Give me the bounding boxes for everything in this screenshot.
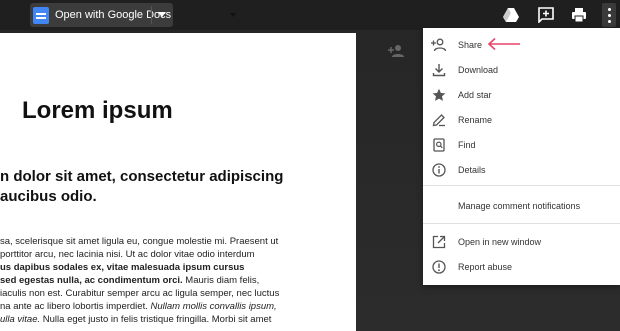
- report-icon: [431, 259, 447, 275]
- document-title: Lorem ipsum: [22, 97, 173, 124]
- menu-item-label: Find: [458, 140, 476, 150]
- print-icon[interactable]: [568, 4, 590, 26]
- menu-item-manage-comment-notifications[interactable]: Manage comment notifications: [423, 195, 620, 217]
- paragraph-line: porttitor arcu, nec lacinia nisi. Ut ac …: [0, 249, 255, 260]
- menu-item-label: Share: [458, 40, 483, 50]
- annotation-arrow-icon: [487, 37, 520, 51]
- google-docs-icon: [33, 6, 49, 24]
- chevron-down-icon[interactable]: [158, 12, 166, 17]
- top-bar: Open with Google Docs: [0, 0, 620, 30]
- star-icon: [431, 87, 447, 103]
- pencil-icon: [431, 112, 447, 128]
- download-icon: [431, 62, 447, 78]
- paragraph-line: ulla vitae. Nulla eget justo in felis tr…: [0, 314, 272, 325]
- menu-item-label: Rename: [458, 115, 493, 125]
- open-with-google-docs-button[interactable]: Open with Google Docs: [30, 3, 173, 27]
- menu-item-open-in-new-window[interactable]: Open in new window: [423, 231, 620, 253]
- menu-item-rename[interactable]: Rename: [423, 109, 620, 131]
- menu-item-label: Report abuse: [458, 262, 513, 272]
- paragraph-line: sa, scelerisque sit amet ligula eu, cong…: [0, 236, 279, 247]
- open-new-window-icon: [431, 234, 447, 250]
- document-heading-line-1: n dolor sit amet, consectetur adipiscing: [0, 168, 284, 185]
- caret-down-icon: [230, 13, 236, 17]
- person-add-icon: [388, 44, 408, 62]
- menu-item-find[interactable]: Find: [423, 134, 620, 156]
- info-icon: [431, 162, 447, 178]
- menu-item-add-star[interactable]: Add star: [423, 84, 620, 106]
- menu-item-details[interactable]: Details: [423, 159, 620, 181]
- paragraph-line: sed egestas nulla, ac condimentum orci. …: [0, 275, 260, 286]
- menu-item-label: Open in new window: [458, 237, 542, 247]
- button-divider: [151, 6, 152, 24]
- menu-item-report-abuse[interactable]: Report abuse: [423, 256, 620, 278]
- document-page: Lorem ipsum n dolor sit amet, consectetu…: [0, 33, 356, 331]
- menu-item-label: Add star: [458, 90, 492, 100]
- add-comment-icon[interactable]: [535, 4, 557, 26]
- more-options-menu: Share Download Add star Rename Find Deta…: [423, 28, 620, 285]
- paragraph-line: us dapibus sodales ex, vitae malesuada i…: [0, 262, 245, 273]
- menu-item-download[interactable]: Download: [423, 59, 620, 81]
- more-options-icon[interactable]: [602, 3, 616, 27]
- menu-item-label: Download: [458, 65, 499, 75]
- menu-divider: [423, 223, 620, 224]
- menu-divider: [423, 185, 620, 186]
- menu-item-label: Details: [458, 165, 486, 175]
- menu-item-label: Manage comment notifications: [458, 201, 581, 211]
- open-with-label: Open with Google Docs: [55, 9, 172, 21]
- menu-item-share[interactable]: Share: [423, 34, 620, 56]
- paragraph-line: na ante ac libero lobortis imperdiet. Nu…: [0, 301, 277, 312]
- paragraph-line: iaculis non est. Curabitur semper arcu a…: [0, 288, 280, 299]
- drive-add-icon[interactable]: [500, 4, 522, 26]
- find-icon: [431, 137, 447, 153]
- document-heading-line-2: aucibus odio.: [0, 188, 97, 205]
- person-add-icon: [431, 37, 447, 53]
